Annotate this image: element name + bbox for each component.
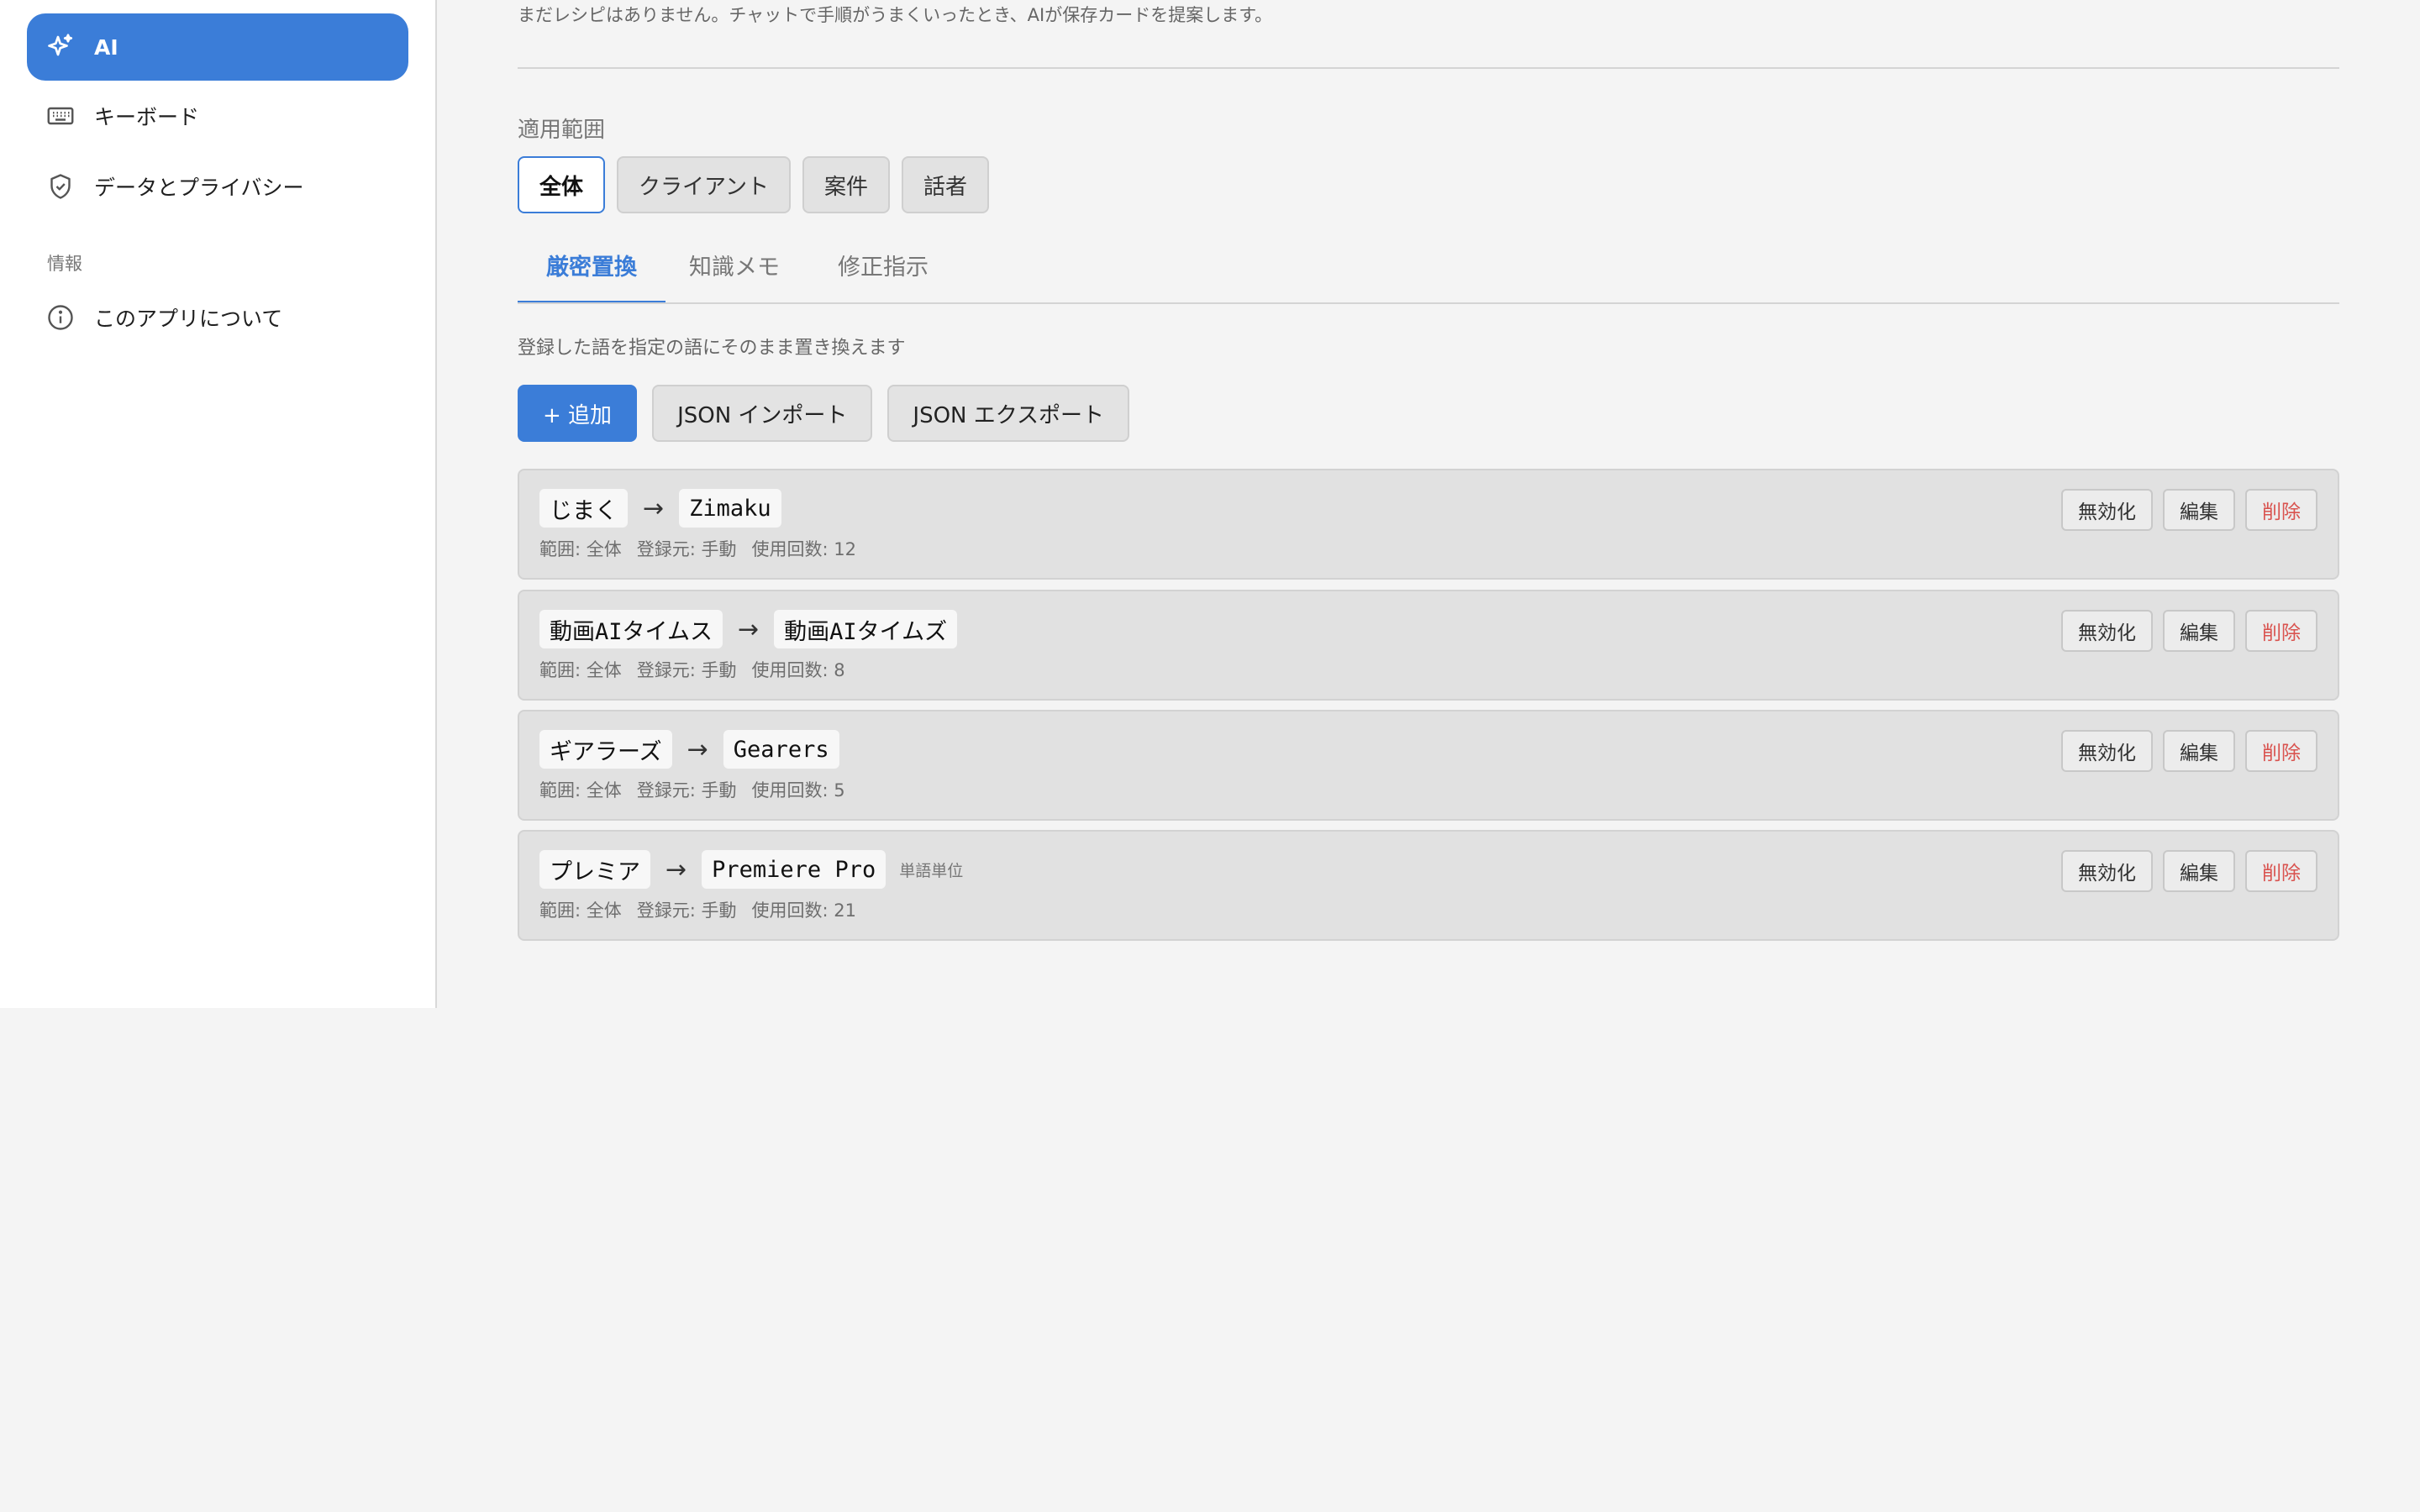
rule-scope: 範囲: 全体 bbox=[539, 539, 622, 559]
arrow-right-icon: → bbox=[687, 734, 708, 764]
edit-button[interactable]: 編集 bbox=[2163, 850, 2235, 892]
rule-scope: 範囲: 全体 bbox=[539, 900, 622, 921]
sparkles-icon bbox=[45, 32, 76, 62]
add-button[interactable]: + 追加 bbox=[518, 385, 638, 442]
rule-scope: 範囲: 全体 bbox=[539, 780, 622, 801]
sidebar-item-label: AI bbox=[94, 34, 118, 60]
sidebar-item-label: データとプライバシー bbox=[94, 176, 304, 200]
source-term: じまく bbox=[539, 489, 628, 528]
replace-rule-row: じまく → Zimaku 範囲: 全体 登録元: 手動 使用回数: 12 無効化… bbox=[518, 469, 2339, 580]
scope-selector: 全体 クライアント 案件 話者 bbox=[518, 156, 990, 213]
replace-rule-row: 動画AIタイムス → 動画AIタイムズ 範囲: 全体 登録元: 手動 使用回数:… bbox=[518, 590, 2339, 701]
arrow-right-icon: → bbox=[643, 493, 665, 523]
word-boundary-tag: 単語単位 bbox=[899, 861, 964, 880]
sidebar-item-ai[interactable]: AI bbox=[27, 13, 408, 81]
edit-button[interactable]: 編集 bbox=[2163, 610, 2235, 652]
disable-button[interactable]: 無効化 bbox=[2061, 489, 2153, 531]
divider bbox=[518, 67, 2339, 69]
scope-client-button[interactable]: クライアント bbox=[617, 156, 791, 213]
scope-speaker-button[interactable]: 話者 bbox=[902, 156, 990, 213]
disable-button[interactable]: 無効化 bbox=[2061, 850, 2153, 892]
recipe-empty-hint: まだレシピはありません。チャットで手順がうまくいったとき、AIが保存カードを提案… bbox=[518, 5, 1273, 25]
source-term: プレミア bbox=[539, 850, 650, 889]
rule-source: 登録元: 手動 bbox=[636, 539, 737, 559]
edit-button[interactable]: 編集 bbox=[2163, 489, 2235, 531]
edit-button[interactable]: 編集 bbox=[2163, 730, 2235, 772]
scope-all-button[interactable]: 全体 bbox=[518, 156, 606, 213]
sidebar-item-label: このアプリについて bbox=[94, 307, 283, 331]
json-export-button[interactable]: JSON エクスポート bbox=[887, 385, 1129, 442]
sidebar-item-keyboard[interactable]: キーボード bbox=[27, 82, 408, 150]
shield-icon bbox=[45, 171, 76, 202]
sidebar-item-about[interactable]: このアプリについて bbox=[27, 284, 408, 351]
keyboard-icon bbox=[45, 101, 76, 131]
rule-use-count: 使用回数: 8 bbox=[751, 660, 845, 680]
tab-divider bbox=[518, 302, 2339, 304]
rule-source: 登録元: 手動 bbox=[636, 900, 737, 921]
target-term: 動画AIタイムズ bbox=[774, 610, 958, 648]
disable-button[interactable]: 無効化 bbox=[2061, 730, 2153, 772]
scope-title: 適用範囲 bbox=[518, 118, 606, 143]
sidebar: AI キーボード データとプライバシー 情報 このアプリについて bbox=[0, 0, 437, 1008]
delete-button[interactable]: 削除 bbox=[2245, 489, 2317, 531]
tab-bar: 厳密置換 知識メモ 修正指示 bbox=[518, 249, 2339, 304]
disable-button[interactable]: 無効化 bbox=[2061, 610, 2153, 652]
replace-rule-row: プレミア → Premiere Pro 単語単位 範囲: 全体 登録元: 手動 … bbox=[518, 830, 2339, 941]
sidebar-item-privacy[interactable]: データとプライバシー bbox=[27, 153, 408, 220]
delete-button[interactable]: 削除 bbox=[2245, 730, 2317, 772]
source-term: 動画AIタイムス bbox=[539, 610, 723, 648]
scope-project-button[interactable]: 案件 bbox=[802, 156, 890, 213]
rule-use-count: 使用回数: 21 bbox=[751, 900, 857, 921]
tab-correction-instructions[interactable]: 修正指示 bbox=[829, 249, 938, 302]
tab-description: 登録した語を指定の語にそのまま置き換えます bbox=[518, 338, 906, 359]
target-term: Premiere Pro bbox=[702, 850, 886, 889]
rule-source: 登録元: 手動 bbox=[636, 660, 737, 680]
target-term: Zimaku bbox=[679, 489, 781, 528]
source-term: ギアラーズ bbox=[539, 730, 672, 769]
rule-source: 登録元: 手動 bbox=[636, 780, 737, 801]
tab-knowledge-memo[interactable]: 知識メモ bbox=[684, 249, 785, 302]
target-term: Gearers bbox=[723, 730, 839, 769]
delete-button[interactable]: 削除 bbox=[2245, 850, 2317, 892]
info-icon bbox=[45, 302, 76, 333]
arrow-right-icon: → bbox=[737, 614, 760, 644]
sidebar-section-info: 情報 bbox=[47, 254, 82, 274]
rule-use-count: 使用回数: 5 bbox=[751, 780, 845, 801]
json-import-button[interactable]: JSON インポート bbox=[652, 385, 873, 442]
tab-exact-replace[interactable]: 厳密置換 bbox=[518, 249, 666, 304]
sidebar-item-label: キーボード bbox=[94, 105, 200, 129]
rule-use-count: 使用回数: 12 bbox=[751, 539, 857, 559]
replace-rule-row: ギアラーズ → Gearers 範囲: 全体 登録元: 手動 使用回数: 5 無… bbox=[518, 710, 2339, 821]
delete-button[interactable]: 削除 bbox=[2245, 610, 2317, 652]
rule-actions: + 追加 JSON インポート JSON エクスポート bbox=[518, 385, 1129, 442]
rule-scope: 範囲: 全体 bbox=[539, 660, 622, 680]
arrow-right-icon: → bbox=[666, 854, 687, 885]
